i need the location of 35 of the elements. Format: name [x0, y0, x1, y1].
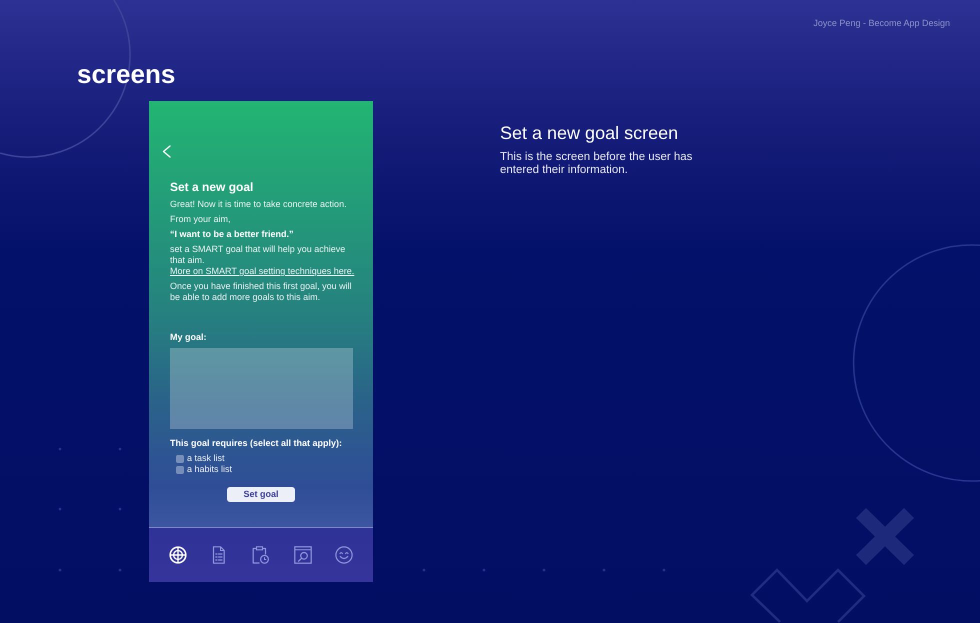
smiley-icon[interactable] — [335, 546, 353, 564]
paragraph-text: Once you have finished this first goal, you will be able to add more goals to this aim. — [170, 281, 353, 303]
background-dot — [422, 568, 426, 572]
cross-mark — [856, 508, 914, 565]
back-icon[interactable] — [162, 145, 171, 158]
option-label: a task list — [187, 453, 225, 464]
checkbox[interactable] — [176, 466, 184, 474]
background-dot — [482, 568, 486, 572]
browser-search-icon[interactable] — [294, 546, 312, 564]
background-dot — [58, 568, 62, 572]
paragraph-text: Great! Now it is time to take concrete action. — [170, 199, 348, 210]
paragraph-text: set a SMART goal that will help you achieve that aim. More on SMART goal setting techniques here. — [170, 244, 356, 277]
clipboard-clock-icon[interactable] — [252, 546, 270, 564]
paragraph-text: From your aim, — [170, 214, 232, 225]
background-dot — [118, 568, 122, 572]
credit-text: Joyce Peng - Become App Design — [813, 17, 950, 29]
field-label: My goal: — [170, 332, 207, 343]
background-dot — [118, 448, 122, 450]
background-dot — [662, 568, 666, 572]
description-title: Set a new goal screen — [500, 123, 680, 144]
background-dot — [58, 448, 62, 450]
screen-heading: Set a new goal — [170, 180, 254, 194]
target-icon[interactable] — [169, 546, 187, 564]
option-label: a habits list — [187, 464, 232, 475]
field-label: This goal requires (select all that apply): — [170, 438, 342, 449]
background-dot — [602, 568, 606, 572]
background-dot — [542, 568, 546, 572]
background-dot — [118, 508, 122, 510]
quote-text: “I want to be a better friend.” — [170, 229, 295, 240]
section-heading: screens — [77, 59, 176, 89]
set-goal-button[interactable]: Set goal — [227, 487, 295, 502]
description-text: This is the screen before the user has entered their information. — [500, 151, 694, 177]
checkbox[interactable] — [176, 454, 184, 462]
smart-goal-link[interactable]: More on SMART goal setting techniques here. — [170, 266, 354, 276]
background-dot — [58, 508, 62, 510]
